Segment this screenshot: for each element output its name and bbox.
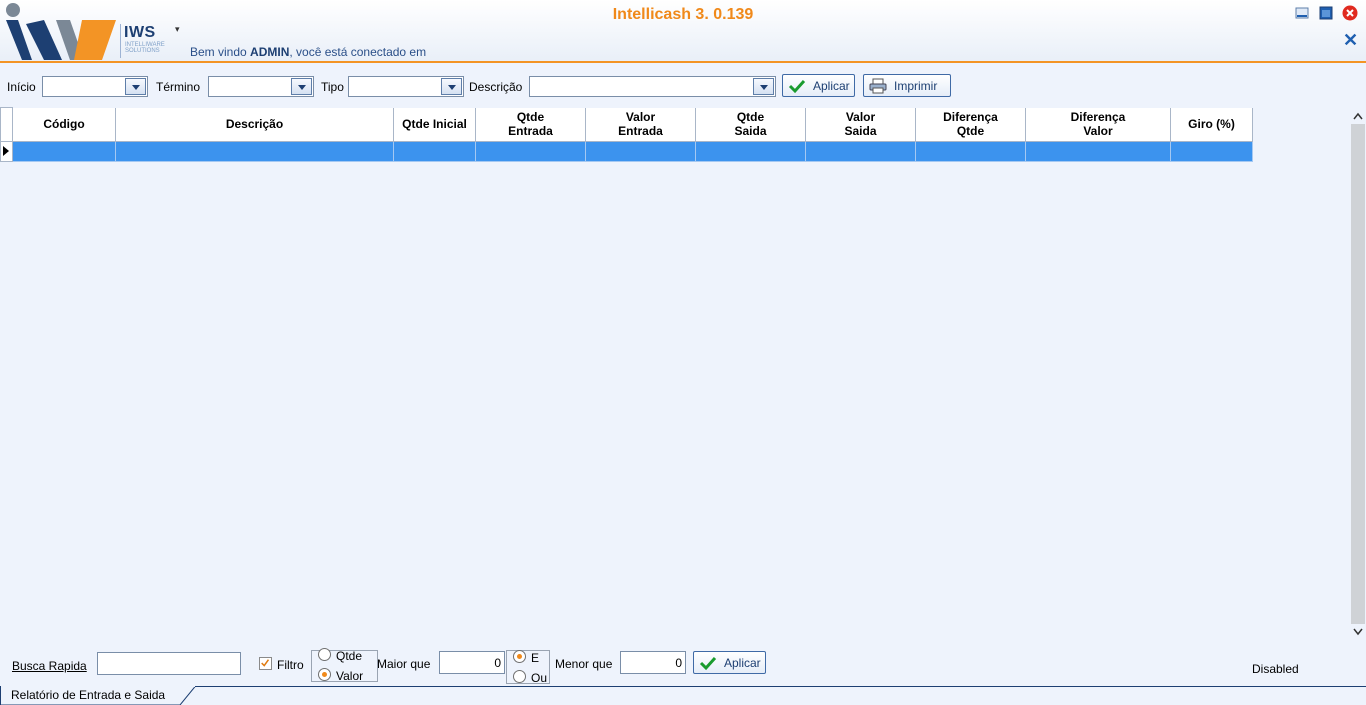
imprimir-label: Imprimir [894,78,938,93]
chevron-down-icon[interactable] [441,78,462,95]
welcome-suffix: , você está conectado em [289,45,427,59]
vertical-scrollbar[interactable] [1350,106,1366,642]
maior-que-input[interactable]: 0 [439,651,505,674]
check-icon [699,656,717,670]
menor-que-label: Menor que [555,657,613,671]
column-header-diferenca-valor[interactable]: Diferença Valor [1025,107,1171,142]
aplicar-filter-label: Aplicar [724,655,761,670]
bottom-filter-bar: Busca Rapida Filtro Qtde Valor Maior que… [0,642,1366,686]
chevron-down-icon[interactable] [291,78,312,95]
welcome-user: ADMIN [250,45,290,59]
chevron-down-icon[interactable] [125,78,146,95]
column-header-valor-entrada[interactable]: Valor Entrada [585,107,696,142]
scroll-down-icon[interactable] [1353,628,1363,636]
column-header-qtde-inicial[interactable]: Qtde Inicial [393,107,476,142]
table-cell[interactable] [12,141,116,162]
column-header-codigo[interactable]: Código [12,107,116,142]
printer-icon [869,78,887,93]
scrollbar-track[interactable] [1351,124,1365,624]
column-header-descricao[interactable]: Descrição [115,107,394,142]
aplicar-label: Aplicar [813,78,850,93]
welcome-message: Bem vindo ADMIN, você está conectado em [190,45,426,59]
user-menu-dropdown-icon[interactable]: ▾ [175,24,180,35]
close-form-icon[interactable]: ✕ [1343,31,1358,49]
app-title: Intellicash 3. 0.139 [612,6,754,23]
aplicar-filter-button[interactable]: Aplicar [693,651,766,674]
table-cell[interactable] [915,141,1026,162]
filtro-label: Filtro [277,658,304,672]
table-cell[interactable] [393,141,476,162]
tipo-label: Tipo [321,80,344,94]
scroll-up-icon[interactable] [1353,112,1363,120]
status-text: Disabled [1252,662,1299,676]
checkmark-icon [261,659,270,667]
column-header-qtde-entrada[interactable]: Qtde Entrada [475,107,586,142]
ou-label: Ou [531,671,548,685]
maior-que-label: Maior que [377,657,431,671]
filtro-checkbox[interactable] [259,657,272,670]
column-header-qtde-saida[interactable]: Qtde Saida [695,107,806,142]
table-cell[interactable] [475,141,586,162]
descricao-label: Descrição [469,80,523,94]
column-header-diferenca-qtde[interactable]: Diferença Qtde [915,107,1026,142]
row-indicator-header [0,107,13,142]
brand-subtitle: INTELLIWARE SOLUTIONS [125,42,165,54]
inicio-date-picker[interactable] [42,76,148,97]
tab-label: Relatório de Entrada e Saida [11,688,166,702]
logo-divider [120,24,121,58]
e-label: E [531,651,540,665]
brand-name: IWS [124,24,156,41]
minimize-icon[interactable] [1294,5,1310,21]
qtde-label: Qtde [336,649,363,663]
maximize-icon[interactable] [1318,5,1334,21]
report-grid[interactable]: Código Descrição Qtde Inicial Qtde Entra… [0,106,1350,642]
tab-bar: Relatório de Entrada e Saida [0,686,1366,705]
e-radio[interactable] [513,650,526,663]
close-circle-icon[interactable] [1342,5,1358,21]
aplicar-button[interactable]: Aplicar [782,74,855,97]
column-header-valor-saida[interactable]: Valor Saida [805,107,916,142]
qtde-radio[interactable] [318,648,331,661]
table-cell[interactable] [695,141,806,162]
app-header: IWS INTELLIWARE SOLUTIONS ▾ Bem vindo AD… [0,0,1366,63]
table-cell[interactable] [1025,141,1171,162]
tipo-select[interactable] [348,76,464,97]
table-cell[interactable] [585,141,696,162]
ou-radio[interactable] [513,670,526,683]
table-cell[interactable] [115,141,394,162]
table-cell[interactable] [805,141,916,162]
table-cell[interactable] [1170,141,1253,162]
chevron-down-icon[interactable] [753,78,774,95]
valor-label: Valor [336,669,364,683]
termino-label: Término [156,80,201,94]
termino-date-picker[interactable] [208,76,314,97]
busca-rapida-input[interactable] [97,652,241,675]
menor-que-input[interactable]: 0 [620,651,686,674]
grid-table[interactable]: Código Descrição Qtde Inicial Qtde Entra… [0,107,1253,162]
table-row[interactable] [0,141,1253,162]
busca-rapida-label: Busca Rapida [12,659,87,673]
row-indicator-arrow-icon [0,141,13,162]
check-icon [788,79,806,93]
column-header-giro[interactable]: Giro (%) [1170,107,1253,142]
tab-relatorio-entrada-saida[interactable]: Relatório de Entrada e Saida [0,686,196,705]
grid-header-row: Código Descrição Qtde Inicial Qtde Entra… [0,107,1253,142]
valor-radio[interactable] [318,668,331,681]
imprimir-button[interactable]: Imprimir [863,74,951,97]
filter-toolbar: Início Término Tipo Descrição Aplicar Im… [0,64,1366,106]
descricao-select[interactable] [529,76,776,97]
welcome-prefix: Bem vindo [190,45,251,59]
inicio-label: Início [7,80,36,94]
